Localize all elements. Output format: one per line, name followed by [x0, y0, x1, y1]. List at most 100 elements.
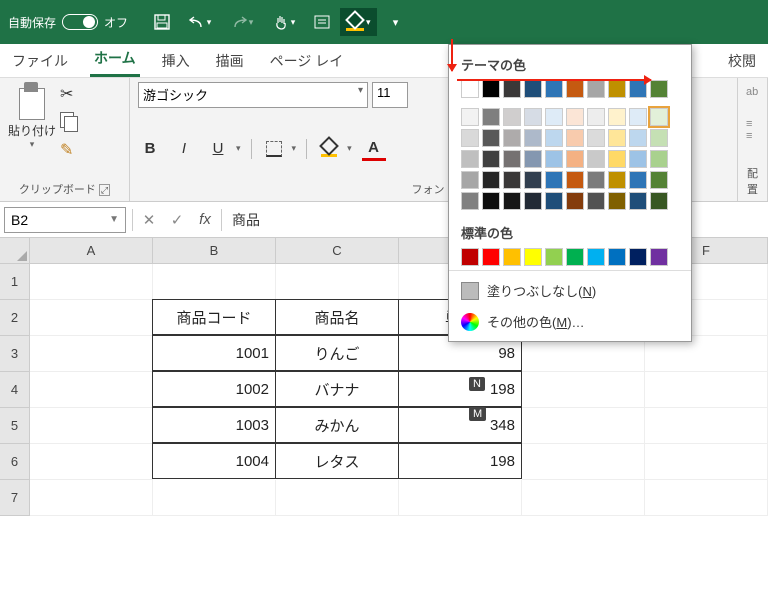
color-swatch[interactable]	[650, 108, 668, 126]
cell[interactable]	[522, 480, 645, 516]
color-swatch[interactable]	[503, 248, 521, 266]
row-header[interactable]: 5	[0, 408, 30, 444]
enter-button[interactable]: ✓	[163, 211, 191, 229]
cell[interactable]: バナナ	[275, 371, 399, 407]
color-swatch[interactable]	[503, 129, 521, 147]
color-swatch[interactable]	[524, 171, 542, 189]
color-swatch[interactable]	[503, 108, 521, 126]
color-swatch[interactable]	[629, 150, 647, 168]
color-swatch[interactable]	[461, 248, 479, 266]
color-swatch[interactable]	[629, 171, 647, 189]
color-swatch[interactable]	[545, 80, 563, 98]
italic-button[interactable]: I	[172, 137, 196, 161]
color-swatch[interactable]	[608, 248, 626, 266]
color-swatch[interactable]	[524, 108, 542, 126]
color-swatch[interactable]	[566, 192, 584, 210]
color-swatch[interactable]	[503, 150, 521, 168]
cell[interactable]	[645, 480, 768, 516]
color-swatch[interactable]	[608, 171, 626, 189]
qat-more-button[interactable]: ▾	[379, 8, 411, 36]
color-swatch[interactable]	[461, 150, 479, 168]
cell[interactable]: 1001	[152, 335, 276, 371]
cell[interactable]	[30, 264, 153, 300]
cell[interactable]	[399, 480, 522, 516]
color-swatch[interactable]	[482, 171, 500, 189]
color-swatch[interactable]	[545, 192, 563, 210]
row-header[interactable]: 2	[0, 300, 30, 336]
color-swatch[interactable]	[461, 171, 479, 189]
color-swatch[interactable]	[587, 108, 605, 126]
row-header[interactable]: 7	[0, 480, 30, 516]
cell[interactable]: 商品コード	[152, 299, 276, 335]
color-swatch[interactable]	[524, 150, 542, 168]
row-header[interactable]: 4	[0, 372, 30, 408]
row-header[interactable]: 1	[0, 264, 30, 300]
color-swatch[interactable]	[587, 248, 605, 266]
cell[interactable]: 198	[398, 371, 522, 407]
color-swatch[interactable]	[566, 80, 584, 98]
color-swatch[interactable]	[650, 80, 668, 98]
more-colors-item[interactable]: その他の色(M)… M	[449, 306, 691, 337]
tab-file[interactable]: ファイル	[8, 45, 72, 77]
tab-draw[interactable]: 描画	[212, 45, 248, 77]
color-swatch[interactable]	[524, 248, 542, 266]
color-swatch[interactable]	[608, 192, 626, 210]
fill-color-button[interactable]	[317, 137, 341, 161]
col-header[interactable]: A	[30, 238, 153, 264]
color-swatch[interactable]	[587, 150, 605, 168]
cell[interactable]	[30, 336, 153, 372]
color-swatch[interactable]	[587, 129, 605, 147]
color-swatch[interactable]	[566, 171, 584, 189]
color-swatch[interactable]	[608, 150, 626, 168]
format-painter-button[interactable]: ✎	[60, 140, 84, 160]
cell[interactable]: みかん	[275, 407, 399, 443]
color-swatch[interactable]	[587, 80, 605, 98]
color-swatch[interactable]	[650, 248, 668, 266]
fx-button[interactable]: fx	[191, 211, 219, 228]
color-swatch[interactable]	[482, 192, 500, 210]
color-swatch[interactable]	[587, 171, 605, 189]
autosave-toggle[interactable]: 自動保存 オフ	[8, 14, 128, 31]
color-swatch[interactable]	[650, 150, 668, 168]
undo-button[interactable]: ▾	[180, 8, 220, 36]
cell[interactable]	[153, 480, 276, 516]
cell[interactable]: 198	[398, 443, 522, 479]
cell[interactable]	[645, 408, 768, 444]
color-swatch[interactable]	[566, 150, 584, 168]
color-swatch[interactable]	[566, 129, 584, 147]
color-swatch[interactable]	[503, 171, 521, 189]
cell[interactable]: りんご	[275, 335, 399, 371]
color-swatch[interactable]	[587, 192, 605, 210]
cell[interactable]	[30, 480, 153, 516]
font-size-select[interactable]: 11	[372, 82, 408, 108]
cut-button[interactable]: ✂	[60, 84, 84, 104]
borders-button[interactable]	[262, 137, 286, 161]
cell[interactable]	[30, 408, 153, 444]
cancel-button[interactable]: ✕	[135, 211, 163, 229]
color-swatch[interactable]	[482, 150, 500, 168]
color-swatch[interactable]	[461, 80, 479, 98]
cell[interactable]	[30, 300, 153, 336]
color-swatch[interactable]	[566, 248, 584, 266]
color-swatch[interactable]	[608, 80, 626, 98]
redo-button[interactable]: ▾	[222, 8, 262, 36]
color-swatch[interactable]	[503, 80, 521, 98]
color-swatch[interactable]	[650, 129, 668, 147]
fill-color-qat-button[interactable]: ▾	[340, 8, 377, 36]
color-swatch[interactable]	[524, 192, 542, 210]
color-swatch[interactable]	[650, 171, 668, 189]
name-box[interactable]: B2 ▼	[4, 207, 126, 233]
col-header[interactable]: B	[153, 238, 276, 264]
underline-button[interactable]: U	[206, 137, 230, 161]
color-swatch[interactable]	[461, 129, 479, 147]
cell[interactable]	[30, 444, 153, 480]
color-swatch[interactable]	[629, 192, 647, 210]
color-swatch[interactable]	[545, 129, 563, 147]
cell[interactable]	[522, 408, 645, 444]
cell[interactable]	[522, 372, 645, 408]
color-swatch[interactable]	[461, 192, 479, 210]
color-swatch[interactable]	[524, 129, 542, 147]
cell[interactable]	[276, 480, 399, 516]
color-swatch[interactable]	[482, 129, 500, 147]
copy-button[interactable]	[60, 112, 84, 132]
